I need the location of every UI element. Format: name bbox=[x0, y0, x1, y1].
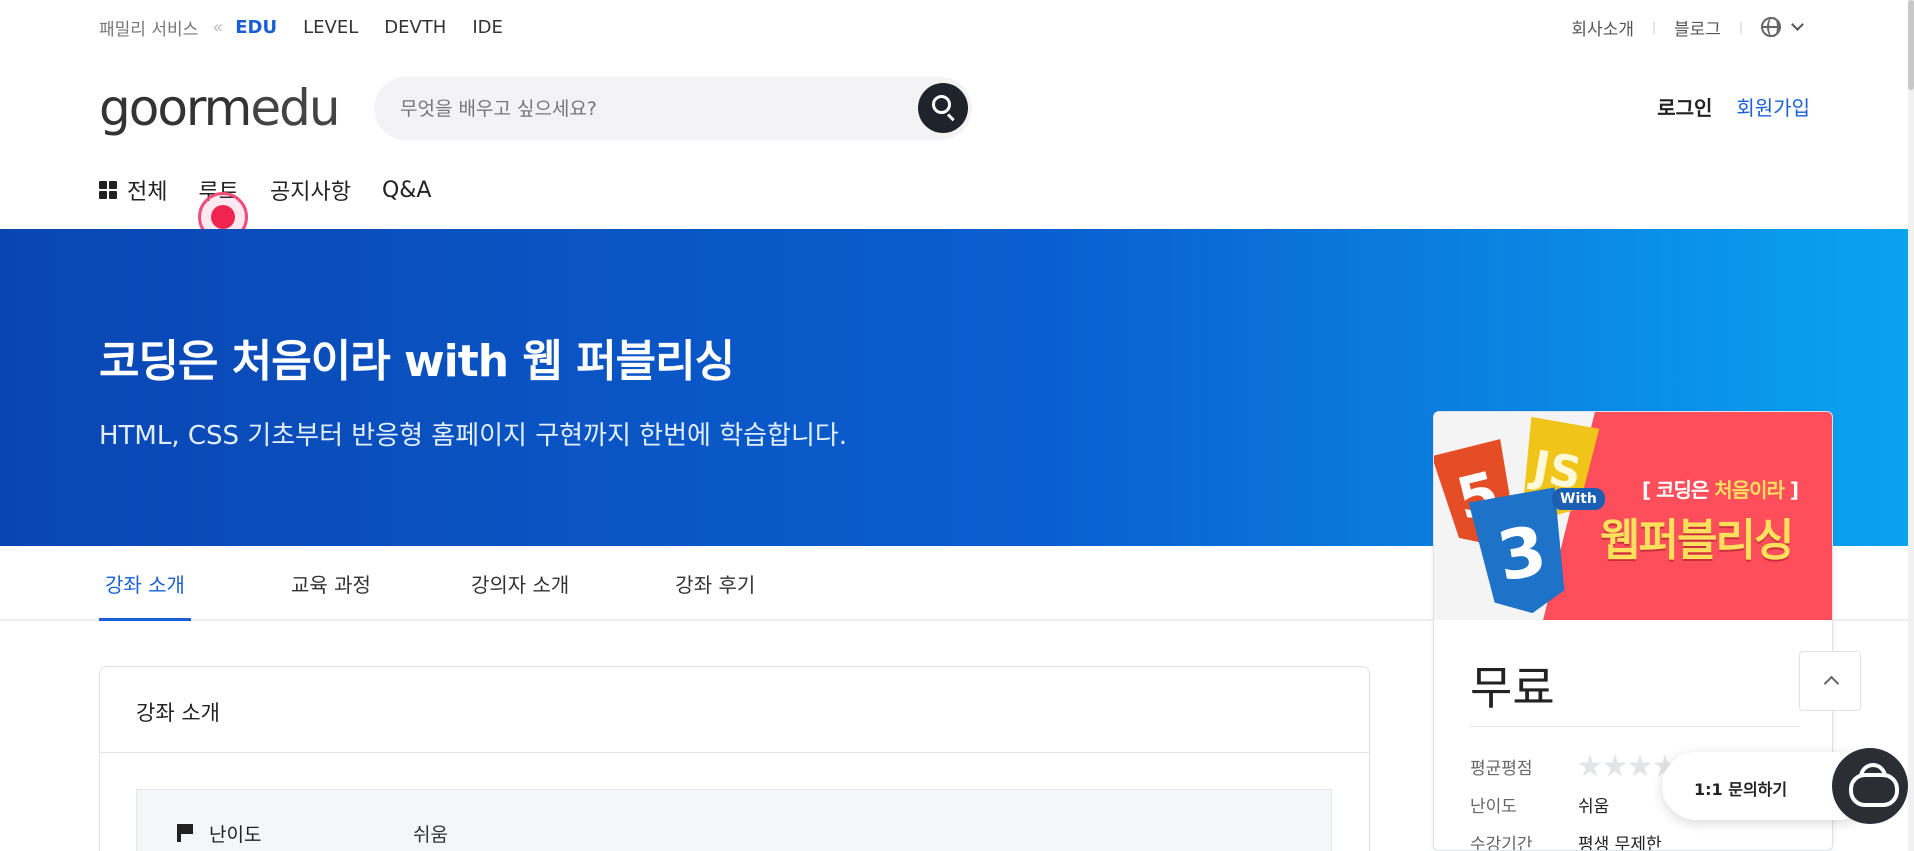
section-title: 강좌 소개 bbox=[136, 701, 220, 725]
family-link-level[interactable]: LEVEL bbox=[303, 17, 358, 38]
goormedu-logo[interactable]: goormedu bbox=[99, 78, 341, 138]
with-tag: With bbox=[1552, 488, 1605, 510]
company-link[interactable]: 회사소개 bbox=[1571, 15, 1634, 40]
tab-reviews[interactable]: 강좌 후기 bbox=[675, 546, 755, 621]
double-chevron-left-icon: « bbox=[212, 16, 224, 38]
chat-label: 1:1 문의하기 bbox=[1694, 780, 1788, 799]
course-price: 무료 bbox=[1470, 661, 1555, 715]
family-link-edu[interactable]: EDU bbox=[235, 17, 277, 38]
nav-item-notice[interactable]: 공지사항 bbox=[270, 174, 351, 206]
family-link-ide[interactable]: IDE bbox=[472, 17, 503, 38]
course-thumbnail: 5 JS 3 With [ 코딩은 처음이라 ] 웹퍼블리싱 bbox=[1434, 412, 1832, 620]
scrollbar-thumb[interactable] bbox=[1908, 0, 1914, 90]
difficulty-row: 난이도 쉬움 bbox=[1470, 792, 1609, 817]
logo-text-edu: edu bbox=[250, 79, 340, 137]
search-button[interactable] bbox=[918, 83, 968, 133]
main-nav: 전체 루트 공지사항 Q&A bbox=[99, 175, 462, 205]
divider bbox=[100, 752, 1369, 753]
nav-item-qna[interactable]: Q&A bbox=[382, 178, 432, 203]
family-services-label: 패밀리 서비스 bbox=[99, 19, 199, 40]
star-icon bbox=[1603, 754, 1627, 777]
course-intro-section: 강좌 소개 난이도 쉬움 bbox=[99, 666, 1370, 851]
nav-item-all[interactable]: 전체 bbox=[127, 174, 167, 206]
difficulty-value: 쉬움 bbox=[1578, 797, 1610, 817]
course-subtitle: HTML, CSS 기초부터 반응형 홈페이지 구현까지 한번에 학습합니다. bbox=[99, 421, 848, 451]
difficulty-label: 난이도 bbox=[209, 824, 262, 846]
divider: | bbox=[1738, 20, 1743, 34]
search-bar bbox=[374, 77, 972, 140]
cloud-chat-icon[interactable] bbox=[1832, 748, 1908, 824]
star-icon bbox=[1578, 754, 1602, 777]
period-label: 수강기간 bbox=[1470, 835, 1533, 851]
family-link-devth[interactable]: DEVTH bbox=[384, 17, 446, 38]
course-tabs: 강좌 소개 교육 과정 강의자 소개 강좌 후기 bbox=[99, 546, 755, 621]
tab-curriculum[interactable]: 교육 과정 bbox=[291, 546, 371, 621]
flag-icon bbox=[177, 824, 193, 842]
scroll-to-top-button[interactable] bbox=[1799, 651, 1861, 711]
tab-instructor[interactable]: 강의자 소개 bbox=[471, 546, 569, 621]
divider bbox=[1470, 726, 1800, 727]
grid-menu-icon bbox=[99, 181, 117, 199]
difficulty-label: 난이도 bbox=[1470, 797, 1517, 817]
course-meta-box: 난이도 쉬움 bbox=[136, 789, 1332, 851]
auth-links: 로그인 회원가입 bbox=[1657, 92, 1810, 121]
search-icon bbox=[932, 95, 951, 114]
thumbnail-subtitle: [ 코딩은 처음이라 ] bbox=[1642, 478, 1799, 502]
period-value: 평생 무제한 bbox=[1578, 835, 1662, 851]
star-icon bbox=[1628, 754, 1652, 777]
thumbnail-title: 웹퍼블리싱 bbox=[1600, 515, 1794, 566]
globe-icon[interactable] bbox=[1761, 17, 1781, 37]
chevron-down-icon[interactable] bbox=[1791, 18, 1804, 31]
page-scrollbar[interactable] bbox=[1908, 0, 1914, 851]
family-services-bar: 패밀리 서비스 « EDU LEVEL DEVTH IDE bbox=[99, 15, 529, 40]
utility-links: 회사소개 | 블로그 | bbox=[1571, 15, 1804, 40]
inquiry-chat-button[interactable]: 1:1 문의하기 bbox=[1662, 748, 1908, 824]
search-input[interactable] bbox=[400, 77, 880, 140]
period-row: 수강기간 평생 무제한 bbox=[1470, 830, 1662, 851]
blog-link[interactable]: 블로그 bbox=[1674, 15, 1721, 40]
divider: | bbox=[1651, 20, 1657, 34]
login-link[interactable]: 로그인 bbox=[1657, 92, 1712, 121]
signup-link[interactable]: 회원가입 bbox=[1736, 92, 1810, 121]
difficulty-value: 쉬움 bbox=[413, 824, 448, 846]
logo-text-goorm: goorm bbox=[99, 79, 252, 137]
tab-course-intro[interactable]: 강좌 소개 bbox=[99, 546, 191, 621]
rating-label: 평균평점 bbox=[1470, 759, 1533, 779]
course-title: 코딩은 처음이라 with 웹 퍼블리싱 bbox=[99, 336, 735, 387]
